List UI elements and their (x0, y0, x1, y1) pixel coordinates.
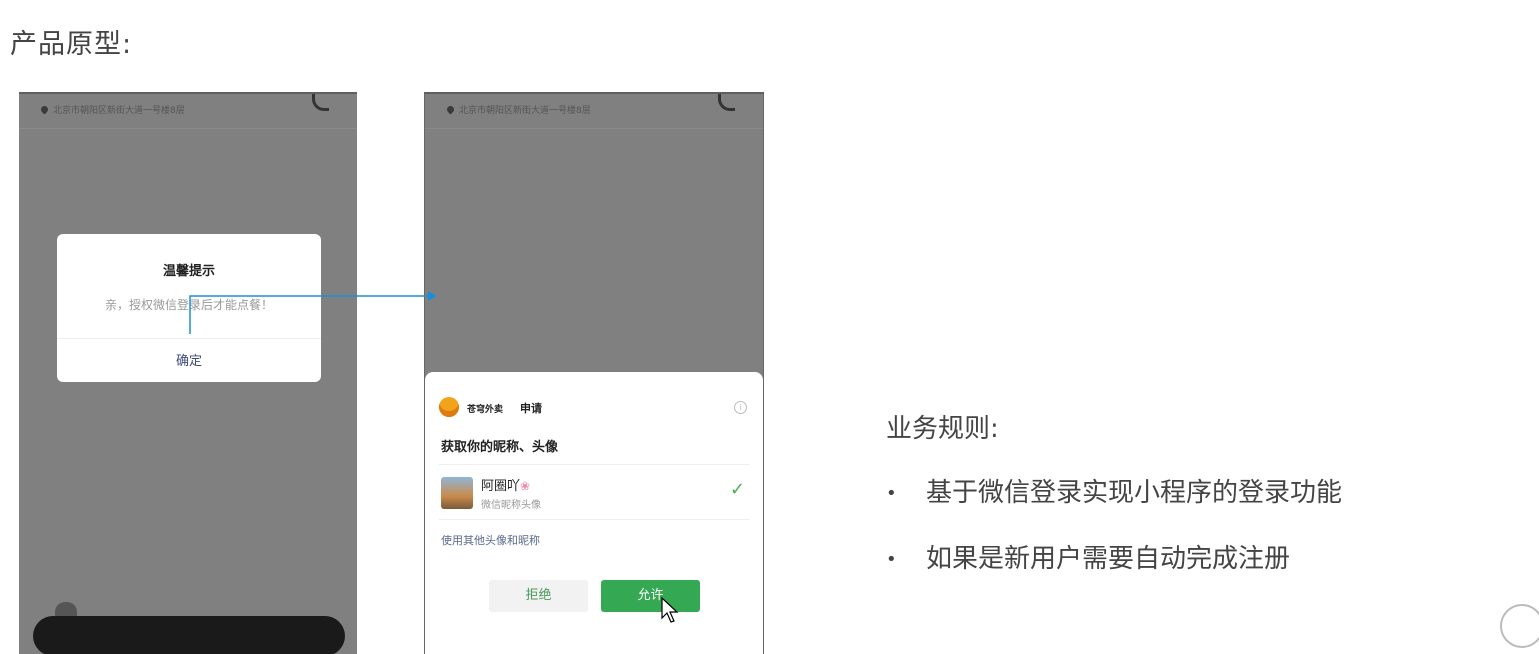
phone-mockup-login-prompt: 北京市朝阳区新街大道一号楼8层 温馨提示 亲，授权微信登录后才能点餐！ 确定 (19, 92, 357, 654)
dialog-divider (57, 338, 321, 339)
user-profile-sub: 微信昵称头像 (481, 500, 541, 511)
location-pin-icon (39, 104, 50, 115)
reject-button[interactable]: 拒绝 (489, 580, 588, 612)
phone-call-icon[interactable] (718, 94, 735, 111)
app-logo-icon (439, 397, 459, 417)
auth-title: 获取你的昵称、头像 (441, 440, 559, 455)
login-tip-dialog: 温馨提示 亲，授权微信登录后才能点餐！ 确定 (57, 234, 321, 382)
auth-sheet: 苍穹外卖 申请 i 获取你的昵称、头像 阿圈吖❀ 微信昵称头像 ✓ 使用其他头像… (425, 372, 763, 654)
address-bar: 北京市朝阳区新街大道一号楼8层 (19, 94, 357, 129)
info-icon[interactable]: i (734, 401, 747, 414)
user-nickname: 阿圈吖❀ (481, 479, 531, 494)
wechat-profile-option[interactable]: 阿圈吖❀ 微信昵称头像 ✓ (439, 464, 749, 520)
page-heading: 产品原型: (10, 29, 133, 60)
use-other-profile-link[interactable]: 使用其他头像和昵称 (441, 532, 540, 548)
dialog-message: 亲，授权微信登录后才能点餐！ (104, 298, 273, 312)
confirm-button[interactable]: 确定 (57, 350, 321, 369)
address-text: 北京市朝阳区新街大道一号楼8层 (459, 106, 591, 116)
mouse-cursor-icon (661, 596, 679, 623)
allow-button[interactable]: 允许 (601, 580, 700, 612)
auth-action-label: 申请 (520, 402, 542, 415)
bullet-icon: • (886, 483, 897, 504)
phone-mockup-auth: 北京市朝阳区新街大道一号楼8层 苍穹外卖 申请 i 获取你的昵称、头像 阿圈吖❀… (424, 92, 764, 654)
address-text: 北京市朝阳区新街大道一号楼8层 (53, 106, 185, 116)
address-bar: 北京市朝阳区新街大道一号楼8层 (425, 94, 763, 129)
dialog-title: 温馨提示 (162, 264, 215, 279)
rule-item: • 基于微信登录实现小程序的登录功能 (886, 478, 1343, 508)
business-rules-title: 业务规则: (886, 414, 999, 444)
rule-item: • 如果是新用户需要自动完成注册 (886, 544, 1291, 574)
flower-icon: ❀ (520, 479, 531, 493)
bottom-cart-bar[interactable] (33, 616, 345, 654)
avatar (441, 477, 473, 509)
phone-call-icon[interactable] (312, 94, 329, 111)
location-pin-icon (445, 104, 456, 115)
app-name: 苍穹外卖 (467, 405, 504, 415)
corner-control-icon[interactable] (1500, 604, 1539, 648)
check-icon: ✓ (729, 479, 745, 500)
bullet-icon: • (886, 549, 897, 570)
